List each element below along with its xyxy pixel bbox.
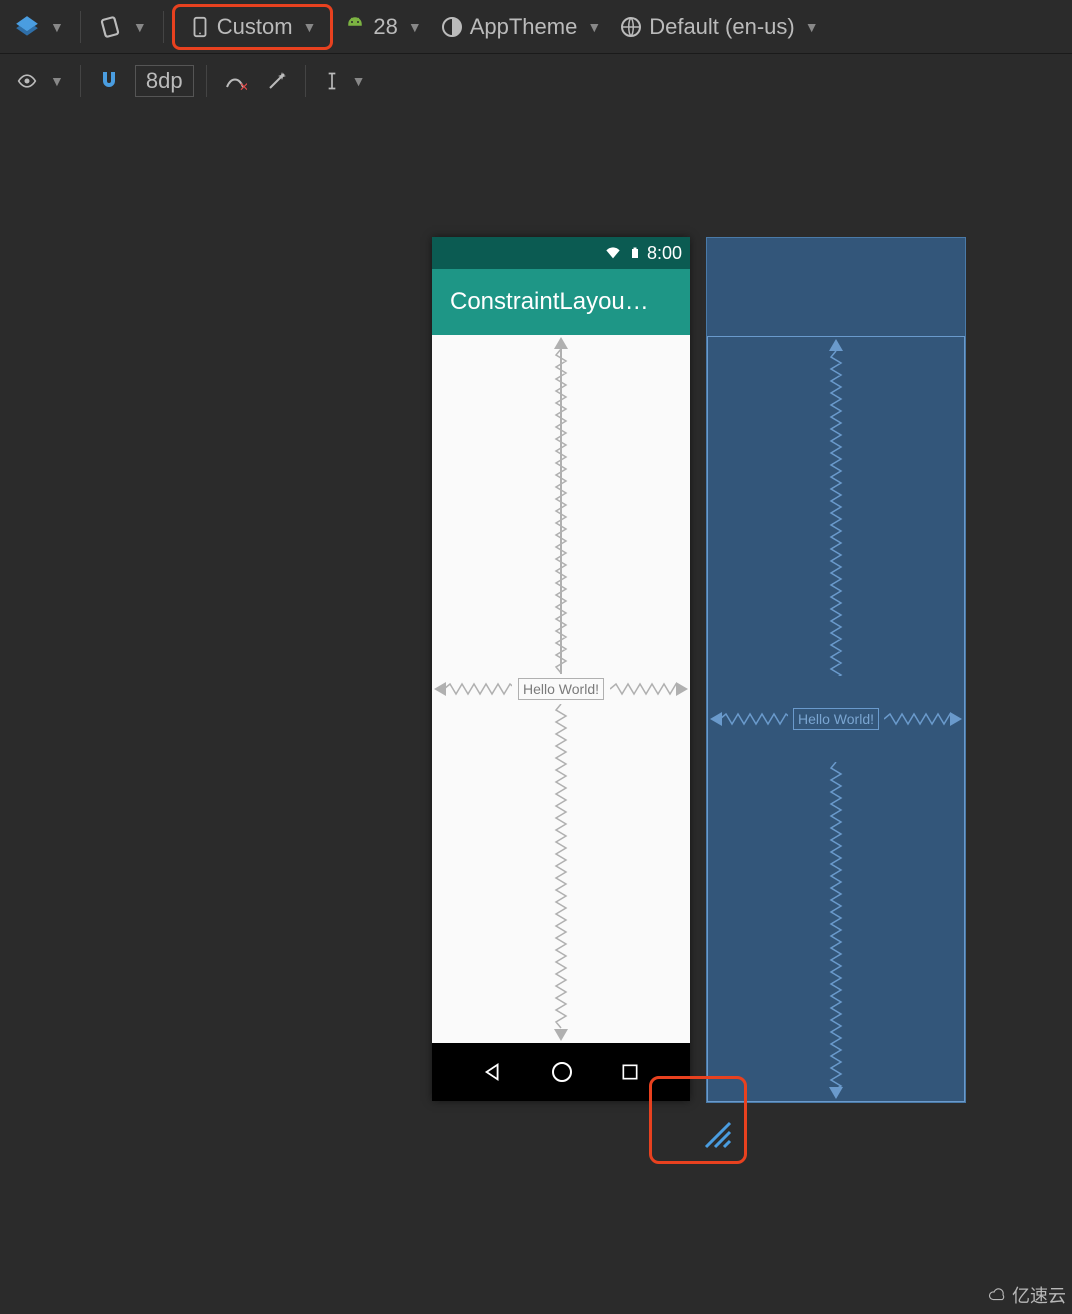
constraint-spring-left bbox=[720, 712, 788, 726]
arrow-down-icon bbox=[554, 1029, 568, 1041]
constraint-spring-top bbox=[829, 351, 843, 676]
arrow-left-icon bbox=[710, 712, 722, 726]
grid-label: 8dp bbox=[135, 65, 194, 97]
api-label: 28 bbox=[373, 14, 397, 40]
watermark: 亿速云 bbox=[986, 1282, 1066, 1308]
theme-selector[interactable]: AppTheme ▼ bbox=[432, 10, 609, 44]
wifi-icon bbox=[603, 245, 623, 261]
view-options-button[interactable]: ▼ bbox=[6, 67, 72, 95]
magnet-icon bbox=[97, 69, 121, 93]
blueprint-surface[interactable]: Hello World! bbox=[706, 237, 966, 1103]
theme-icon bbox=[440, 15, 464, 39]
nav-back-icon[interactable] bbox=[482, 1061, 504, 1083]
textview[interactable]: Hello World! bbox=[518, 678, 604, 700]
design-canvas[interactable]: 8:00 ConstraintLayou… Hello World! bbox=[0, 107, 1072, 1314]
device-selector[interactable]: Custom ▼ bbox=[172, 4, 334, 50]
android-icon bbox=[343, 15, 367, 39]
guidelines-button[interactable]: ▼ bbox=[314, 64, 374, 98]
resize-handle-icon[interactable] bbox=[700, 1117, 736, 1153]
secondary-toolbar: ▼ 8dp ✕ ▼ bbox=[0, 54, 1072, 107]
api-selector[interactable]: 28 ▼ bbox=[335, 10, 429, 44]
theme-label: AppTheme bbox=[470, 14, 578, 40]
constraint-spring-left bbox=[444, 682, 512, 696]
locale-selector[interactable]: Default (en-us) ▼ bbox=[611, 10, 826, 44]
blueprint-content[interactable]: Hello World! bbox=[707, 336, 965, 1102]
resize-handle-highlight bbox=[649, 1076, 747, 1164]
design-content[interactable]: Hello World! bbox=[432, 335, 690, 1043]
arrow-up-icon bbox=[554, 337, 568, 349]
guideline-icon bbox=[322, 68, 342, 94]
app-bar: ConstraintLayou… bbox=[432, 269, 690, 335]
clear-constraints-button[interactable]: ✕ bbox=[215, 65, 255, 97]
cloud-icon bbox=[986, 1286, 1008, 1304]
constraint-spring-bottom bbox=[829, 762, 843, 1087]
device-label: Custom bbox=[217, 14, 293, 40]
constraint-spring-right bbox=[610, 682, 678, 696]
layers-icon bbox=[14, 14, 40, 40]
surfaces-button[interactable]: ▼ bbox=[6, 10, 72, 44]
eye-icon bbox=[14, 71, 40, 91]
wand-icon bbox=[265, 69, 289, 93]
infer-constraints-button[interactable] bbox=[257, 65, 297, 97]
textview[interactable]: Hello World! bbox=[793, 708, 879, 730]
clear-constraints-icon: ✕ bbox=[223, 69, 247, 93]
nav-recent-icon[interactable] bbox=[620, 1062, 640, 1082]
nav-home-icon[interactable] bbox=[550, 1060, 574, 1084]
orientation-button[interactable]: ▼ bbox=[89, 10, 155, 44]
arrow-right-icon bbox=[676, 682, 688, 696]
app-title: ConstraintLayou… bbox=[450, 288, 649, 316]
constraint-spring-top bbox=[554, 349, 568, 674]
arrow-right-icon bbox=[950, 712, 962, 726]
status-bar: 8:00 bbox=[432, 237, 690, 269]
constraint-spring-right bbox=[884, 712, 952, 726]
status-time: 8:00 bbox=[647, 243, 682, 264]
autoconnect-button[interactable] bbox=[89, 65, 129, 97]
arrow-left-icon bbox=[434, 682, 446, 696]
default-margin-button[interactable]: 8dp bbox=[131, 63, 198, 99]
rotate-icon bbox=[97, 14, 123, 40]
design-surface[interactable]: 8:00 ConstraintLayou… Hello World! bbox=[432, 237, 690, 1101]
arrow-up-icon bbox=[829, 339, 843, 351]
arrow-down-icon bbox=[829, 1087, 843, 1099]
constraint-spring-bottom bbox=[554, 704, 568, 1029]
svg-text:✕: ✕ bbox=[239, 80, 247, 93]
locale-label: Default (en-us) bbox=[649, 14, 795, 40]
main-toolbar: ▼ ▼ Custom ▼ 28 ▼ AppTheme ▼ Default (en… bbox=[0, 0, 1072, 54]
globe-icon bbox=[619, 15, 643, 39]
battery-icon bbox=[629, 244, 641, 262]
phone-icon bbox=[189, 13, 211, 41]
